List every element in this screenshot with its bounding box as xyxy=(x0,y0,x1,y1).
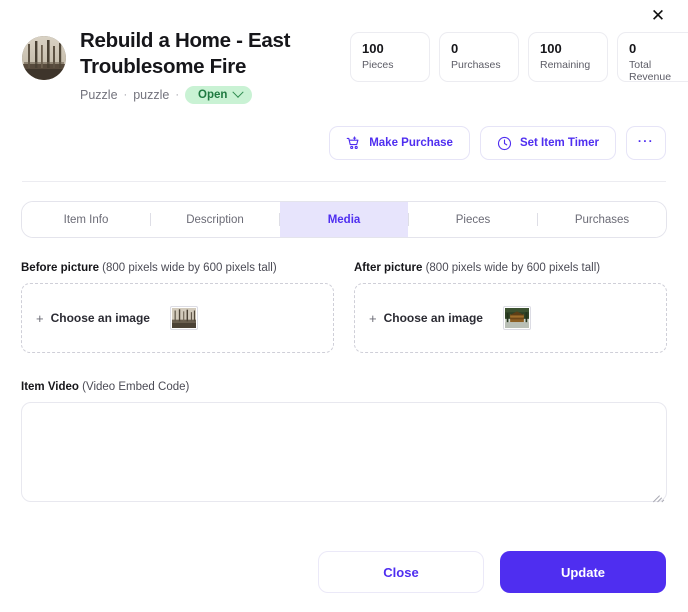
stats-row: 100 Pieces 0 Purchases 100 Remaining 0 T… xyxy=(350,28,688,83)
item-subcategory: puzzle xyxy=(133,88,170,103)
item-video-hint: (Video Embed Code) xyxy=(82,381,190,394)
close-button[interactable]: Close xyxy=(318,551,484,593)
tab-label: Item Info xyxy=(63,213,109,226)
before-picture-thumbnail[interactable] xyxy=(169,306,198,331)
set-item-timer-button[interactable]: Set Item Timer xyxy=(479,126,616,161)
after-picture-label: After picture (800 pixels wide by 600 pi… xyxy=(354,262,667,274)
item-avatar xyxy=(22,36,66,80)
tab-label: Purchases xyxy=(574,213,630,226)
before-picture-hint: (800 pixels wide by 600 pixels tall) xyxy=(102,262,277,275)
item-category: Puzzle xyxy=(80,88,118,103)
make-purchase-button[interactable]: Make Purchase xyxy=(329,126,470,161)
after-picture-hint: (800 pixels wide by 600 pixels tall) xyxy=(425,262,601,275)
item-video-section: Item Video (Video Embed Code) xyxy=(0,381,688,503)
modal-header: Rebuild a Home - East Troublesome Fire P… xyxy=(0,0,688,105)
set-item-timer-label: Set Item Timer xyxy=(519,137,599,150)
tab-description[interactable]: Description xyxy=(151,202,279,238)
item-video-textarea[interactable] xyxy=(21,402,667,503)
action-buttons-row: Make Purchase Set Item Timer ··· xyxy=(0,104,688,161)
meta-separator: · xyxy=(123,89,128,102)
status-badge-label: Open xyxy=(198,89,228,102)
stat-card-pieces: 100 Pieces xyxy=(350,32,430,82)
close-icon[interactable]: ✕ xyxy=(646,3,670,27)
before-choose-image-button[interactable]: + Choose an image xyxy=(36,311,150,326)
stat-card-remaining: 100 Remaining xyxy=(528,32,608,82)
before-picture-label-text: Before picture xyxy=(21,262,99,275)
more-options-button[interactable]: ··· xyxy=(626,126,666,161)
before-choose-label: Choose an image xyxy=(50,311,150,326)
shopping-cart-plus-icon xyxy=(346,136,361,151)
tab-label: Media xyxy=(327,213,361,226)
stat-value: 0 xyxy=(451,41,459,56)
meta-separator-2: · xyxy=(175,89,180,102)
after-picture-thumbnail[interactable] xyxy=(502,306,531,331)
plus-icon: + xyxy=(369,310,377,326)
after-picture-label-text: After picture xyxy=(354,262,423,275)
title-block: Rebuild a Home - East Troublesome Fire P… xyxy=(80,28,350,105)
make-purchase-label: Make Purchase xyxy=(369,137,453,150)
ellipsis-icon: ··· xyxy=(637,133,655,148)
tab-label: Pieces xyxy=(455,213,491,226)
after-choose-image-button[interactable]: + Choose an image xyxy=(369,311,483,326)
before-picture-field: Before picture (800 pixels wide by 600 p… xyxy=(21,262,334,354)
item-media-modal: ✕ Rebuild a Home - East Troublesome Fire… xyxy=(0,0,688,612)
tab-item-info[interactable]: Item Info xyxy=(22,202,150,238)
after-choose-label: Choose an image xyxy=(383,311,483,326)
stat-label: Pieces xyxy=(362,59,394,72)
clock-icon xyxy=(497,136,512,151)
before-picture-label: Before picture (800 pixels wide by 600 p… xyxy=(21,262,334,274)
tab-pieces[interactable]: Pieces xyxy=(409,202,537,238)
header-divider xyxy=(22,181,666,183)
item-video-input-wrap xyxy=(21,402,667,503)
plus-icon: + xyxy=(36,310,44,326)
update-button[interactable]: Update xyxy=(500,551,666,593)
item-video-label: Item Video (Video Embed Code) xyxy=(21,381,667,393)
stat-label: Remaining xyxy=(540,59,591,72)
stat-card-total-revenue: 0 Total Revenue xyxy=(617,32,688,83)
stat-card-purchases: 0 Purchases xyxy=(439,32,519,82)
before-picture-dropzone[interactable]: + Choose an image xyxy=(21,283,334,354)
item-video-label-text: Item Video xyxy=(21,381,79,394)
after-picture-field: After picture (800 pixels wide by 600 pi… xyxy=(354,262,667,354)
after-picture-dropzone[interactable]: + Choose an image xyxy=(354,283,667,354)
chevron-down-icon xyxy=(232,86,245,99)
modal-footer: Close Update xyxy=(0,551,688,593)
page-title: Rebuild a Home - East Troublesome Fire xyxy=(80,29,291,79)
tab-label: Description xyxy=(186,213,244,226)
stat-label: Total Revenue xyxy=(629,59,672,83)
stat-value: 100 xyxy=(540,41,562,56)
media-section: Before picture (800 pixels wide by 600 p… xyxy=(0,262,688,354)
tab-media[interactable]: Media xyxy=(280,202,408,238)
stat-value: 100 xyxy=(362,41,384,56)
stat-label: Purchases xyxy=(451,59,501,72)
status-badge[interactable]: Open xyxy=(185,86,253,105)
item-meta: Puzzle · puzzle · Open xyxy=(80,86,350,105)
stat-value: 0 xyxy=(629,41,637,56)
tab-purchases[interactable]: Purchases xyxy=(538,202,666,238)
tab-bar: Item Info Description Media Pieces Purch… xyxy=(21,201,667,239)
